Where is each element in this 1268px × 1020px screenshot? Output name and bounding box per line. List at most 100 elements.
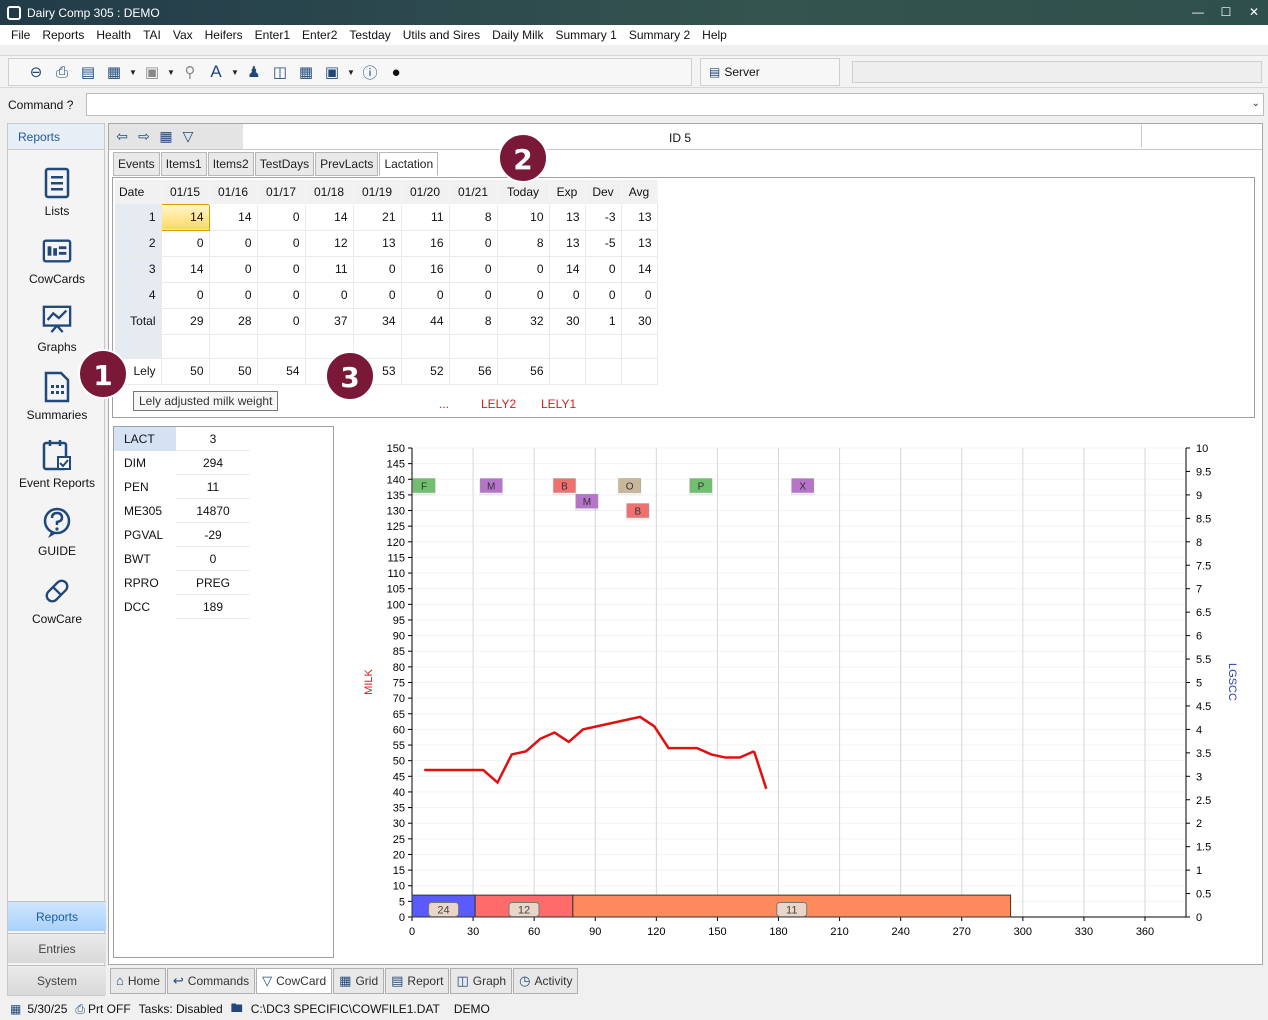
bottom-tab-commands[interactable]: ↩ Commands [166,968,256,994]
grid-header[interactable]: Exp [549,180,586,204]
bottom-tab-home[interactable]: ⌂ Home [110,968,166,994]
lely-cell[interactable] [549,358,586,385]
grid-cell[interactable]: 0 [449,282,498,309]
lely-cell[interactable]: 50 [161,358,210,385]
tab-items1[interactable]: Items1 [160,152,207,176]
grid-header[interactable]: 01/17 [257,180,306,204]
chevron-down-icon[interactable]: ▼ [229,68,241,77]
grid-header[interactable]: 01/19 [353,180,402,204]
grid-header[interactable]: 01/20 [401,180,450,204]
sidebar-item-guide[interactable]: GUIDE [8,506,106,558]
menu-tai[interactable]: TAI [137,25,167,45]
grid-cell[interactable]: 8 [497,230,550,257]
grid-cell[interactable]: 0 [353,256,402,283]
grid-cell[interactable]: 0 [585,256,622,283]
grid-cell[interactable]: -3 [585,204,622,231]
user-icon[interactable]: ♟ [241,61,267,83]
save-icon[interactable]: ▣ [139,61,165,83]
tab-prevlacts[interactable]: PrevLacts [315,152,379,176]
lely-cell[interactable] [621,358,658,385]
grid-cell[interactable]: 0 [257,308,306,335]
chevron-down-icon[interactable]: ▼ [345,68,357,77]
grid-cell[interactable]: 44 [401,308,450,335]
grid-cell[interactable]: 0 [209,256,258,283]
grid-header[interactable]: 01/15 [161,180,210,204]
grid-cell[interactable]: 8 [449,308,498,335]
grid-cell[interactable]: 14 [305,204,354,231]
help-icon[interactable]: ⓘ [357,61,383,83]
grid-cell[interactable]: 0 [257,256,306,283]
sidebar-item-cowcards[interactable]: CowCards [8,234,106,286]
grid-cell[interactable]: 14 [160,203,210,231]
sidebar-tab-system[interactable]: System [8,965,106,995]
tab-events[interactable]: Events [113,152,160,176]
grid-cell[interactable]: 28 [209,308,258,335]
grid-cell[interactable]: 0 [305,282,354,309]
bottom-tab-activity[interactable]: ◷ Activity [513,968,579,994]
lely-cell[interactable]: 52 [401,358,450,385]
grid-cell[interactable]: 13 [549,230,586,257]
grid-cell[interactable]: 30 [549,308,586,335]
screen-icon[interactable]: ▣ [319,61,345,83]
lely-cell[interactable]: 50 [209,358,258,385]
lely-cell[interactable]: 56 [497,358,550,385]
grid-cell[interactable]: 0 [585,282,622,309]
bottom-tab-grid[interactable]: ▦ Grid [333,968,385,994]
grid-cell[interactable]: 34 [353,308,402,335]
grid-cell[interactable]: 0 [161,282,210,309]
back-circle-icon[interactable]: ⊖ [23,61,49,83]
minimize-button[interactable]: — [1184,0,1212,25]
columns-icon[interactable]: ◫ [267,61,293,83]
grid-cell[interactable]: 14 [209,204,258,231]
menu-daily-milk[interactable]: Daily Milk [486,25,549,45]
grid-cell[interactable]: 0 [497,282,550,309]
menu-summary-1[interactable]: Summary 1 [549,25,622,45]
lely-cell[interactable]: 54 [257,358,306,385]
grid-cell[interactable]: 0 [209,282,258,309]
grid-cell[interactable]: 13 [549,204,586,231]
menu-health[interactable]: Health [90,25,137,45]
grid-cell[interactable]: 21 [353,204,402,231]
grid-cell[interactable]: 30 [621,308,658,335]
grid-cell[interactable]: 0 [209,230,258,257]
tab-items2[interactable]: Items2 [207,152,254,176]
id-field[interactable] [1141,125,1261,147]
menu-file[interactable]: File [0,25,36,45]
grid-cell[interactable]: 0 [621,282,658,309]
grid-cell[interactable]: 14 [161,256,210,283]
print-preview-icon[interactable]: ▤ [75,61,101,83]
grid-cell[interactable]: 14 [621,256,658,283]
grid-cell[interactable]: 0 [353,282,402,309]
grid-cell[interactable]: 32 [497,308,550,335]
grid-cell[interactable]: 0 [401,282,450,309]
bottom-tab-report[interactable]: ▤ Report [385,968,450,994]
menu-enter2[interactable]: Enter2 [296,25,343,45]
grid-header[interactable]: 01/16 [209,180,258,204]
chevron-down-icon[interactable]: ▼ [127,68,139,77]
lely-cell[interactable]: 56 [449,358,498,385]
grid-cell[interactable]: 16 [401,256,450,283]
lely2-label[interactable]: LELY2 [481,397,516,411]
grid-cell[interactable]: 0 [257,282,306,309]
forward-arrow-icon[interactable]: ⇨ [135,128,153,145]
menu-vax[interactable]: Vax [167,25,199,45]
lely-cell[interactable] [585,358,622,385]
menu-reports[interactable]: Reports [36,25,90,45]
grid-header[interactable]: Dev [585,180,622,204]
cow-icon[interactable]: ▽ [179,128,197,145]
grid-cell[interactable]: 0 [497,256,550,283]
grid-cell[interactable]: 29 [161,308,210,335]
menu-summary-2[interactable]: Summary 2 [623,25,696,45]
command-input[interactable] [86,93,1264,116]
grid-cell[interactable]: 0 [549,282,586,309]
report-icon[interactable]: ▦ [101,61,127,83]
chevron-down-icon[interactable]: ⌄ [1252,98,1260,109]
menu-utils-and-sires[interactable]: Utils and Sires [397,25,486,45]
menu-help[interactable]: Help [696,25,733,45]
sidebar-tab-entries[interactable]: Entries [8,933,106,963]
grid-cell[interactable]: 13 [353,230,402,257]
server-button[interactable]: ▤ Server [700,58,840,86]
grid-cell[interactable]: 11 [305,256,354,283]
grid-cell[interactable]: 0 [449,230,498,257]
bottom-tab-cowcard[interactable]: ▽ CowCard [256,968,333,994]
